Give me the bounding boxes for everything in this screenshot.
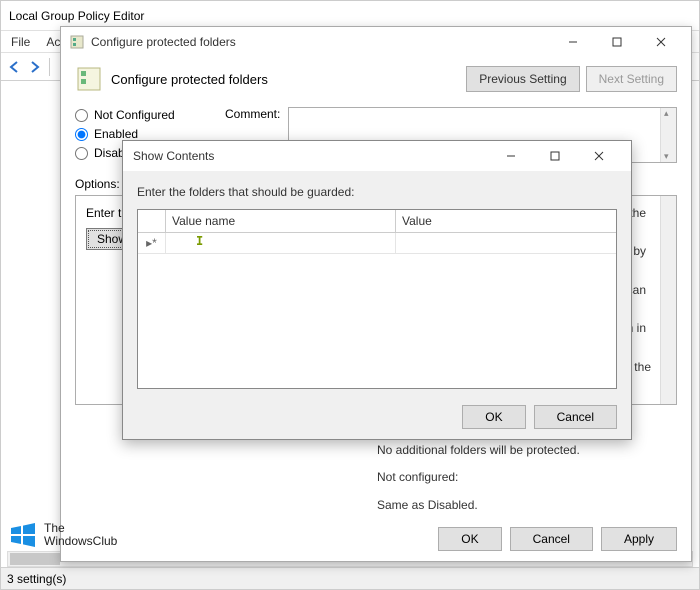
- config-dialog-buttons: OK Cancel Apply: [438, 527, 677, 551]
- watermark-text: The WindowsClub: [44, 522, 117, 548]
- contents-table: Value name Value ▸* I: [137, 209, 617, 389]
- maximize-button[interactable]: [595, 28, 639, 56]
- scrollbar-vertical[interactable]: [660, 108, 676, 162]
- show-dialog-buttons: OK Cancel: [462, 405, 617, 429]
- show-minimize-button[interactable]: [489, 142, 533, 170]
- menu-file[interactable]: File: [11, 35, 30, 49]
- radio-enabled[interactable]: Enabled: [75, 127, 205, 141]
- parent-title: Local Group Policy Editor: [9, 9, 144, 23]
- show-titlebar[interactable]: Show Contents: [123, 141, 631, 171]
- cancel-button[interactable]: Cancel: [510, 527, 593, 551]
- toolbar-divider: [49, 58, 50, 76]
- comment-label: Comment:: [225, 107, 280, 121]
- next-setting-button: Next Setting: [586, 66, 677, 92]
- show-maximize-button[interactable]: [533, 142, 577, 170]
- config-header-title: Configure protected folders: [111, 72, 460, 87]
- show-ok-button[interactable]: OK: [462, 405, 525, 429]
- previous-setting-button[interactable]: Previous Setting: [466, 66, 579, 92]
- table-row[interactable]: ▸* I: [138, 233, 616, 254]
- minimize-button[interactable]: [551, 28, 595, 56]
- show-body: Enter the folders that should be guarded…: [123, 171, 631, 403]
- column-value-name[interactable]: Value name: [166, 210, 396, 232]
- close-button[interactable]: [639, 28, 683, 56]
- statusbar: 3 setting(s): [1, 567, 699, 589]
- policy-icon: [69, 34, 85, 50]
- show-prompt: Enter the folders that should be guarded…: [137, 185, 617, 199]
- ok-button[interactable]: OK: [438, 527, 501, 551]
- radio-not-configured[interactable]: Not Configured: [75, 108, 205, 122]
- config-titlebar[interactable]: Configure protected folders: [61, 27, 691, 57]
- show-close-button[interactable]: [577, 142, 621, 170]
- column-value[interactable]: Value: [396, 210, 616, 232]
- row-marker: ▸*: [138, 233, 166, 253]
- windows-logo-icon: [8, 520, 38, 550]
- back-icon[interactable]: [7, 59, 23, 75]
- forward-icon[interactable]: [27, 59, 43, 75]
- text-cursor-icon: I: [196, 234, 203, 248]
- config-window-title: Configure protected folders: [91, 35, 551, 49]
- row-header-column: [138, 210, 166, 232]
- show-cancel-button[interactable]: Cancel: [534, 405, 617, 429]
- cell-value[interactable]: [396, 233, 616, 253]
- show-title: Show Contents: [133, 149, 489, 163]
- policy-large-icon: [75, 65, 103, 93]
- watermark: The WindowsClub: [8, 520, 117, 550]
- apply-button[interactable]: Apply: [601, 527, 677, 551]
- status-text: 3 setting(s): [7, 572, 66, 586]
- config-header: Configure protected folders Previous Set…: [75, 65, 677, 93]
- table-header: Value name Value: [138, 210, 616, 233]
- cell-value-name[interactable]: I: [166, 233, 396, 253]
- show-contents-dialog: Show Contents Enter the folders that sho…: [122, 140, 632, 440]
